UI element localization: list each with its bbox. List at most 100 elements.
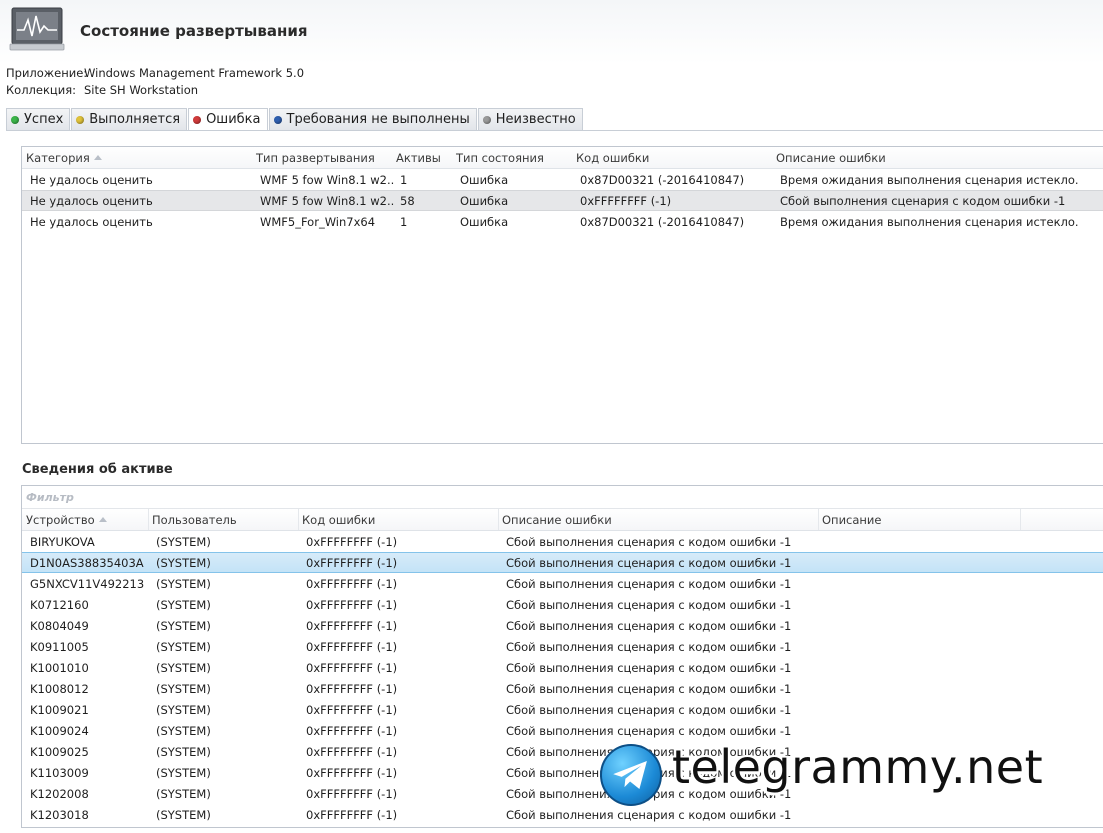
table-cell: Сбой выполнения сценария с кодом ошибки … xyxy=(506,535,792,549)
table-row[interactable]: Не удалось оценить WMF 5 fow Win8.1 w2...… xyxy=(22,169,1103,190)
table-cell: Сбой выполнения сценария с кодом ошибки … xyxy=(506,661,792,675)
status-dot-icon xyxy=(273,115,282,124)
table-cell: (SYSTEM) xyxy=(156,787,211,801)
tab-3[interactable]: Требования не выполнены xyxy=(268,108,477,130)
tab-label: Требования не выполнены xyxy=(286,112,470,127)
page-title: Состояние развертывания xyxy=(80,22,308,40)
column-header[interactable]: Код ошибки xyxy=(576,151,649,165)
table-cell: Не удалось оценить xyxy=(30,194,153,208)
monitor-activity-icon xyxy=(9,7,65,51)
table-row[interactable]: Не удалось оценить WMF5_For_Win7x64 1 Ошибк… xyxy=(22,211,1103,232)
table-cell: (SYSTEM) xyxy=(156,619,211,633)
table-cell: Не удалось оценить xyxy=(30,215,153,229)
deployment-table-header: Категория Тип развертывания Активы Тип сост… xyxy=(22,147,1103,169)
filter-input[interactable] xyxy=(24,488,1103,507)
table-cell: WMF5_For_Win7x64 xyxy=(260,215,376,229)
table-cell: Сбой выполнения сценария с кодом ошибки … xyxy=(780,194,1066,208)
table-cell: Время ожидания выполнения сценария истек… xyxy=(780,173,1079,187)
table-row[interactable]: K1203018 (SYSTEM) 0xFFFFFFFF (-1) Сбой выпо… xyxy=(22,804,1103,825)
table-cell: BIRYUKOVA xyxy=(30,535,95,549)
table-row[interactable]: K0712160 (SYSTEM) 0xFFFFFFFF (-1) Сбой выпо… xyxy=(22,594,1103,615)
watermark-text: telegrammy.net xyxy=(672,740,1044,794)
column-divider[interactable] xyxy=(818,509,819,530)
column-divider[interactable] xyxy=(148,509,149,530)
table-cell: (SYSTEM) xyxy=(156,598,211,612)
status-dot-icon xyxy=(11,115,19,124)
table-row[interactable]: K0804049 (SYSTEM) 0xFFFFFFFF (-1) Сбой выпо… xyxy=(22,615,1103,636)
table-cell: 0xFFFFFFFF (-1) xyxy=(580,194,672,208)
table-cell: K1203018 xyxy=(30,808,89,822)
table-cell: (SYSTEM) xyxy=(156,703,211,717)
table-row[interactable]: K1009021 (SYSTEM) 0xFFFFFFFF (-1) Сбой выпо… xyxy=(22,699,1103,720)
table-cell: 0xFFFFFFFF (-1) xyxy=(306,682,398,696)
table-cell: K0804049 xyxy=(30,619,89,633)
tab-2[interactable]: Ошибка xyxy=(188,108,268,130)
table-cell: Сбой выполнения сценария с кодом ошибки … xyxy=(506,682,792,696)
table-cell: 0xFFFFFFFF (-1) xyxy=(306,745,398,759)
table-row[interactable]: D1N0AS38835403A (SYSTEM) 0xFFFFFFFF (-1) Сб… xyxy=(22,552,1103,573)
column-divider[interactable] xyxy=(498,509,499,530)
table-row[interactable]: BIRYUKOVA (SYSTEM) 0xFFFFFFFF (-1) Сбой вып… xyxy=(22,531,1103,552)
tab-1[interactable]: Выполняется xyxy=(71,108,188,130)
column-header[interactable]: Описание ошибки xyxy=(776,151,886,165)
column-header[interactable]: Пользователь xyxy=(152,513,237,527)
table-cell: 0xFFFFFFFF (-1) xyxy=(306,724,398,738)
table-cell: (SYSTEM) xyxy=(156,745,211,759)
status-dot-icon xyxy=(76,115,85,124)
collection-value: Site SH Workstation xyxy=(84,83,199,97)
table-cell: (SYSTEM) xyxy=(156,640,211,654)
table-row[interactable]: G5NXCV11V492213 (SYSTEM) 0xFFFFFFFF (-1) Сб… xyxy=(22,573,1103,594)
column-header[interactable]: Тип состояния xyxy=(456,151,544,165)
table-cell: K1009025 xyxy=(30,745,89,759)
sort-ascending-icon xyxy=(93,155,102,160)
column-header[interactable]: Устройство xyxy=(26,513,107,527)
table-cell: Сбой выполнения сценария с кодом ошибки … xyxy=(506,808,792,822)
tab-label: Неизвестно xyxy=(495,112,576,127)
tab-0[interactable]: Успех xyxy=(6,108,71,130)
table-cell: (SYSTEM) xyxy=(156,766,211,780)
table-cell: (SYSTEM) xyxy=(156,724,211,738)
table-row[interactable]: K1001010 (SYSTEM) 0xFFFFFFFF (-1) Сбой выпо… xyxy=(22,657,1103,678)
table-cell: 58 xyxy=(400,194,415,208)
table-row[interactable]: K1009024 (SYSTEM) 0xFFFFFFFF (-1) Сбой выпо… xyxy=(22,720,1103,741)
table-cell: 0xFFFFFFFF (-1) xyxy=(306,766,398,780)
table-cell: 0xFFFFFFFF (-1) xyxy=(306,661,398,675)
tab-4[interactable]: Неизвестно xyxy=(477,108,583,130)
application-label: Приложение: xyxy=(6,66,88,80)
column-header[interactable]: Активы xyxy=(396,151,441,165)
table-cell: 0xFFFFFFFF (-1) xyxy=(306,619,398,633)
table-cell: K1009021 xyxy=(30,703,89,717)
column-header[interactable]: Описание xyxy=(822,513,881,527)
column-header[interactable]: Описание ошибки xyxy=(502,513,612,527)
application-value: Windows Management Framework 5.0 xyxy=(84,66,305,80)
table-cell: D1N0AS38835403A xyxy=(30,556,144,570)
table-cell: (SYSTEM) xyxy=(156,661,211,675)
tab-label: Ошибка xyxy=(206,112,261,127)
table-cell: 0xFFFFFFFF (-1) xyxy=(306,598,398,612)
deployment-table-body: Не удалось оценить WMF 5 fow Win8.1 w2...… xyxy=(22,169,1103,232)
column-divider[interactable] xyxy=(1020,509,1021,530)
table-cell: Не удалось оценить xyxy=(30,173,153,187)
table-cell: Сбой выполнения сценария с кодом ошибки … xyxy=(506,724,792,738)
column-divider[interactable] xyxy=(298,509,299,530)
table-row[interactable]: K1008012 (SYSTEM) 0xFFFFFFFF (-1) Сбой выпо… xyxy=(22,678,1103,699)
filter-bar xyxy=(22,486,1103,509)
table-cell: Сбой выполнения сценария с кодом ошибки … xyxy=(506,619,792,633)
asset-details-title: Сведения об активе xyxy=(22,462,173,477)
tab-strip-divider xyxy=(6,130,1103,131)
column-header[interactable]: Тип развертывания xyxy=(256,151,375,165)
column-header[interactable]: Код ошибки xyxy=(302,513,375,527)
table-cell: 0x87D00321 (-2016410847) xyxy=(580,173,745,187)
table-cell: Сбой выполнения сценария с кодом ошибки … xyxy=(506,577,792,591)
table-cell: K1202008 xyxy=(30,787,89,801)
table-cell: 0xFFFFFFFF (-1) xyxy=(306,703,398,717)
table-cell: Сбой выполнения сценария с кодом ошибки … xyxy=(506,556,792,570)
table-row[interactable]: Не удалось оценить WMF 5 fow Win8.1 w2...… xyxy=(22,190,1103,211)
table-row[interactable]: K0911005 (SYSTEM) 0xFFFFFFFF (-1) Сбой выпо… xyxy=(22,636,1103,657)
table-cell: (SYSTEM) xyxy=(156,577,211,591)
application-info: Приложение:Windows Management Framework … xyxy=(6,66,304,80)
column-header[interactable]: Категория xyxy=(26,151,102,165)
table-cell: WMF 5 fow Win8.1 w2... xyxy=(260,173,395,187)
table-cell: (SYSTEM) xyxy=(156,808,211,822)
table-cell: 0xFFFFFFFF (-1) xyxy=(306,808,398,822)
